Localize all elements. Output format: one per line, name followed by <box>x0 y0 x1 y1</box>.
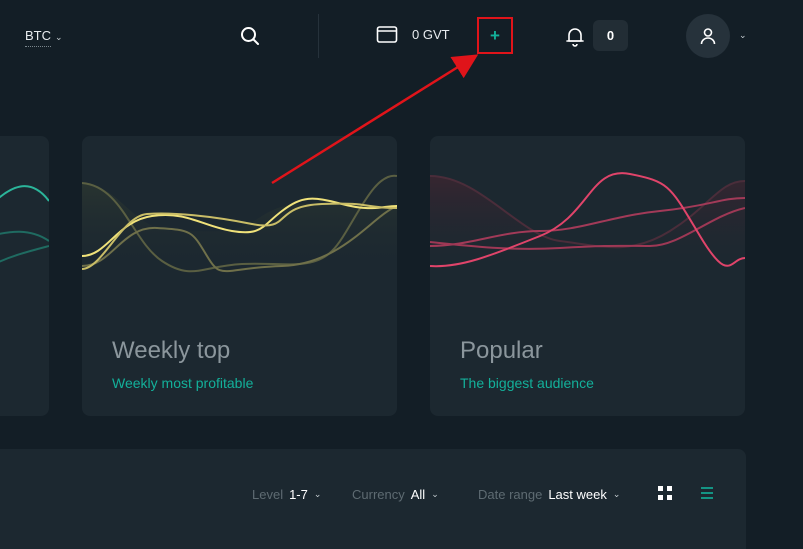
card-subtitle: The biggest audience <box>460 375 594 391</box>
popular-card[interactable]: Popular The biggest audience <box>430 136 745 416</box>
filter-value: All <box>410 487 426 502</box>
date-range-filter[interactable]: Date range Last week ⌄ <box>478 487 620 502</box>
filter-value: Last week <box>548 487 607 502</box>
weekly-chart <box>82 174 397 276</box>
filter-label: Currency <box>352 487 405 502</box>
chevron-down-icon: ⌄ <box>431 489 439 499</box>
bell-icon <box>566 28 584 47</box>
user-icon <box>700 28 716 45</box>
program-card-partial[interactable] <box>0 136 49 416</box>
wallet-button[interactable]: 0 GVT <box>376 24 450 44</box>
filter-value: 1-7 <box>289 487 308 502</box>
currency-filter[interactable]: Currency All ⌄ <box>352 487 439 502</box>
notifications-count-badge[interactable]: 0 <box>593 20 628 51</box>
add-funds-button[interactable]: + <box>477 17 513 54</box>
chevron-down-icon: ⌄ <box>313 489 322 499</box>
currency-selector[interactable]: BTC ⌄ <box>25 28 63 47</box>
popular-chart <box>430 172 745 276</box>
notifications-button[interactable] <box>563 24 587 48</box>
grid-view-icon <box>658 486 672 500</box>
chevron-down-icon: ⌄ <box>612 489 621 499</box>
chevron-down-icon[interactable]: ⌄ <box>739 30 747 41</box>
filter-label: Date range <box>478 487 543 502</box>
card-subtitle: Weekly most profitable <box>112 375 254 391</box>
top-header: BTC ⌄ 0 GVT + 0 ⌄ <box>0 0 803 72</box>
list-view-button[interactable] <box>700 485 714 501</box>
user-avatar-button[interactable] <box>686 14 730 58</box>
card-chart <box>0 185 49 263</box>
wallet-balance: 0 GVT <box>412 26 450 42</box>
search-button[interactable] <box>238 24 262 48</box>
level-filter[interactable]: Level 1-7 ⌄ <box>252 487 321 502</box>
list-view-icon <box>701 487 713 499</box>
filter-label: Level <box>252 487 284 502</box>
card-title: Popular <box>460 337 543 364</box>
search-icon <box>241 27 259 45</box>
currency-label: BTC <box>25 28 51 47</box>
weekly-top-card[interactable]: Weekly top Weekly most profitable <box>82 136 397 416</box>
header-divider <box>318 14 319 58</box>
wallet-icon <box>376 26 398 43</box>
card-title: Weekly top <box>112 337 231 364</box>
grid-view-button[interactable] <box>658 486 672 500</box>
chevron-down-icon: ⌄ <box>55 32 63 42</box>
